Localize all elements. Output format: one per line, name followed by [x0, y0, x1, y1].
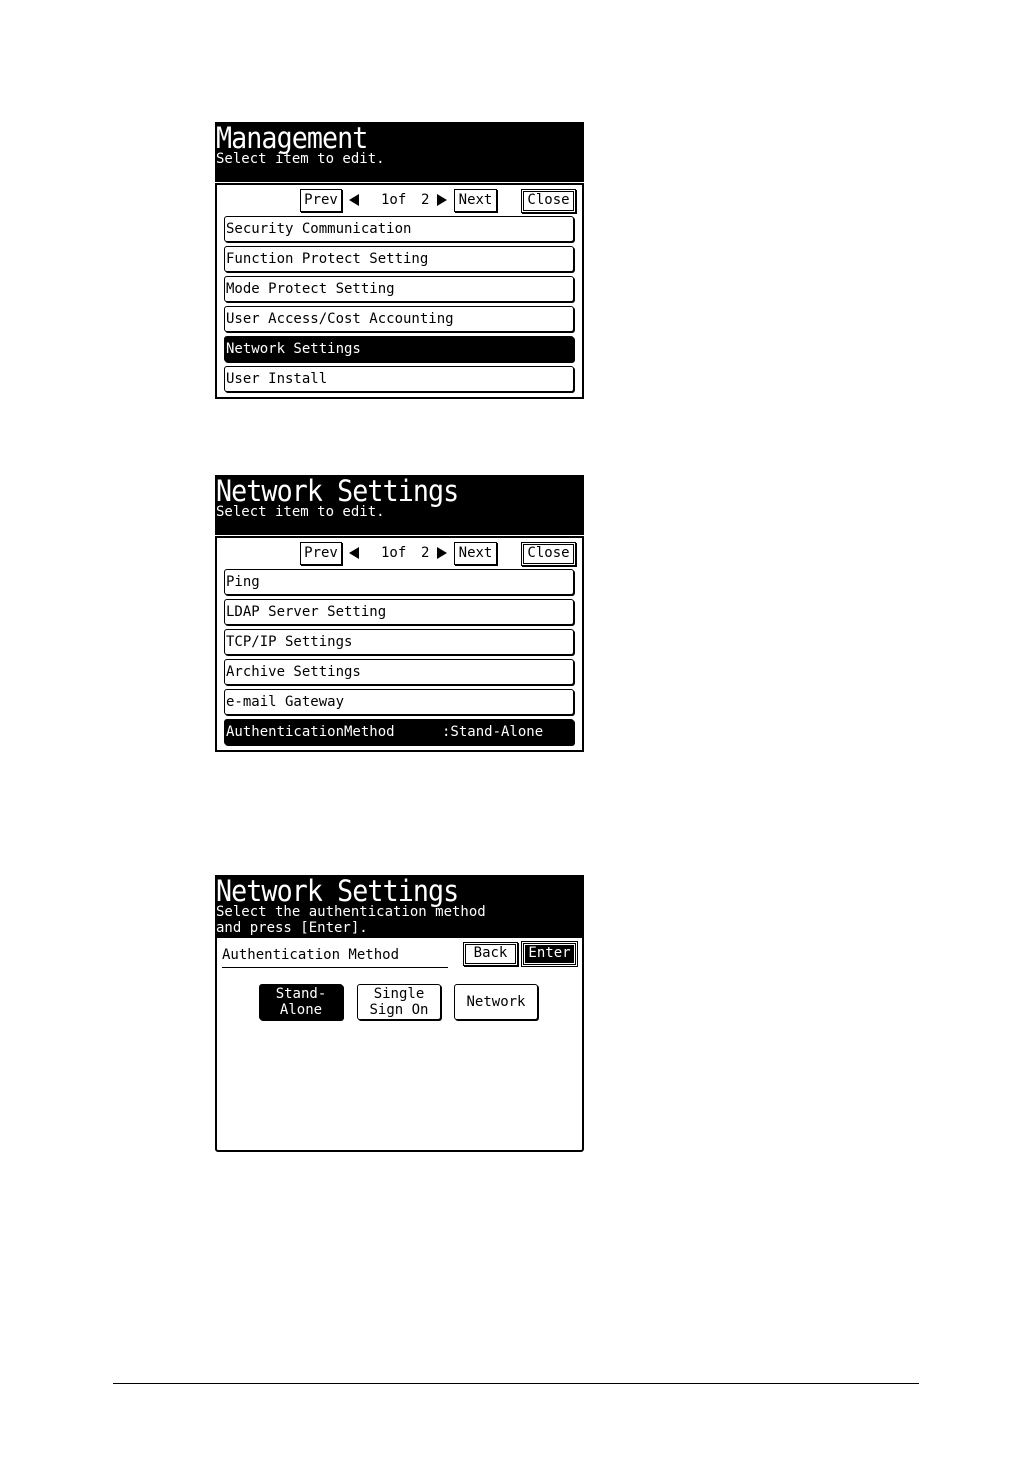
prev-button[interactable]: Prev: [300, 542, 342, 565]
enter-button[interactable]: Enter: [521, 941, 578, 967]
page-indicator: 1of: [381, 192, 407, 208]
authentication-method-label: Authentication Method: [222, 943, 448, 968]
menu-item-user-access[interactable]: User Access/Cost Accounting: [224, 306, 574, 332]
screen-header: Management Select item to edit.: [215, 122, 584, 182]
next-button[interactable]: Next: [454, 542, 497, 565]
menu-item-archive-settings[interactable]: Archive Settings: [224, 659, 574, 685]
menu-item-network-settings[interactable]: Network Settings: [224, 336, 574, 362]
menu-item-ldap-server[interactable]: LDAP Server Setting: [224, 599, 574, 625]
close-button[interactable]: Close: [521, 189, 576, 213]
screen-title: Network Settings: [216, 474, 459, 508]
screen-subtitle: Select item to edit.: [216, 151, 385, 167]
page-total: 2: [421, 192, 430, 208]
option-stand-alone[interactable]: Stand- Alone: [259, 984, 343, 1020]
menu-item-function-protect[interactable]: Function Protect Setting: [224, 246, 574, 272]
menu-item-tcpip-settings[interactable]: TCP/IP Settings: [224, 629, 574, 655]
network-settings-screen: Network Settings Select item to edit. Pr…: [215, 475, 584, 752]
screen-subtitle: Select item to edit.: [216, 504, 385, 520]
screen-header: Network Settings Select the authenticati…: [215, 875, 584, 936]
back-button[interactable]: Back: [463, 942, 518, 966]
menu-item-mode-protect[interactable]: Mode Protect Setting: [224, 276, 574, 302]
page-indicator: 1of: [381, 545, 407, 561]
menu-panel: Prev 1of 2 Next Close Ping LDAP Server S…: [215, 536, 584, 752]
management-screen: Management Select item to edit. Prev 1of…: [215, 122, 584, 399]
menu-item-security-communication[interactable]: Security Communication: [224, 216, 574, 242]
footer-rule: [113, 1383, 919, 1384]
menu-item-ping[interactable]: Ping: [224, 569, 574, 595]
close-button[interactable]: Close: [521, 542, 576, 566]
triangle-left-icon[interactable]: [349, 547, 359, 559]
triangle-right-icon[interactable]: [437, 194, 447, 206]
screen-subtitle-line2: and press [Enter].: [216, 920, 368, 936]
screen-subtitle-line1: Select the authentication method: [216, 904, 486, 920]
triangle-right-icon[interactable]: [437, 547, 447, 559]
option-single-sign-on[interactable]: Single Sign On: [357, 984, 441, 1020]
menu-item-authentication-method[interactable]: AuthenticationMethod :Stand-Alone: [224, 719, 574, 745]
method-panel: Authentication Method Back Enter Stand- …: [215, 936, 584, 1152]
authentication-method-screen: Network Settings Select the authenticati…: [215, 875, 584, 1152]
triangle-left-icon[interactable]: [349, 194, 359, 206]
next-button[interactable]: Next: [454, 189, 497, 212]
screen-title: Management: [216, 121, 368, 155]
prev-button[interactable]: Prev: [300, 189, 342, 212]
option-network[interactable]: Network: [454, 984, 538, 1020]
menu-panel: Prev 1of 2 Next Close Security Communica…: [215, 183, 584, 399]
screen-header: Network Settings Select item to edit.: [215, 475, 584, 535]
menu-item-user-install[interactable]: User Install: [224, 366, 574, 392]
authentication-method-value: :Stand-Alone: [442, 724, 544, 740]
page-total: 2: [421, 545, 430, 561]
menu-item-email-gateway[interactable]: e-mail Gateway: [224, 689, 574, 715]
screen-title: Network Settings: [216, 874, 459, 908]
